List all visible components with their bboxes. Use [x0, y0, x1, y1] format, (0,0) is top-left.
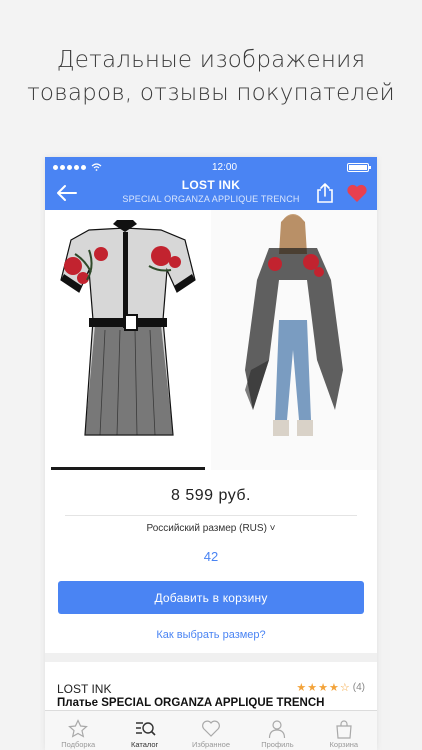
promo-line-1: Детальные изображения: [56, 47, 366, 73]
product-image-model[interactable]: [211, 210, 377, 470]
bag-icon: [336, 720, 352, 739]
profile-icon: [269, 720, 286, 739]
wifi-icon: [91, 163, 102, 171]
size-system-selector[interactable]: Российский размер (RUS) ˅: [45, 523, 377, 534]
tab-label: Корзина: [329, 740, 359, 749]
star-empty-icon: ☆: [339, 682, 350, 694]
product-name: Платье SPECIAL ORGANZA APPLIQUE TRENCH: [57, 697, 325, 709]
tab-cart[interactable]: Корзина: [311, 711, 377, 750]
tab-profile[interactable]: Профиль: [244, 711, 310, 750]
star-icon: ★: [318, 682, 329, 694]
catalog-search-icon: [135, 722, 156, 736]
tab-label: Подборка: [61, 740, 96, 749]
rating-count: (4): [352, 682, 365, 693]
size-guide-link[interactable]: Как выбрать размер?: [45, 629, 377, 641]
star-icon: [68, 719, 89, 738]
dress-flat-illustration: [60, 220, 196, 436]
product-gallery[interactable]: [45, 210, 377, 470]
add-to-cart-button[interactable]: Добавить в корзину: [58, 581, 364, 614]
phone-screen: 12:00 LOST INK SPECIAL ORGANZA APPLIQUE …: [45, 157, 377, 750]
share-icon[interactable]: [315, 182, 335, 204]
product-image-flat[interactable]: [45, 210, 211, 470]
divider: [65, 515, 357, 516]
tab-bar: Подборка Каталог Избранное Профиль Корзи…: [45, 710, 377, 750]
promo-caption: Детальные изображения товаров, отзывы по…: [0, 44, 422, 110]
promo-line-2: товаров, отзывы покупателей: [27, 80, 395, 106]
star-icon: ★: [307, 682, 318, 694]
model-photo-illustration: [245, 214, 343, 436]
product-price: 8 599 руб.: [171, 487, 251, 504]
status-time: 12:00: [211, 161, 238, 173]
battery-icon: [347, 162, 371, 172]
heart-icon: [202, 720, 221, 737]
tab-label: Каталог: [130, 740, 159, 749]
product-rating[interactable]: ★ ★ ★ ★ ☆ (4): [296, 681, 365, 694]
section-separator: [45, 653, 377, 662]
star-icon: ★: [296, 682, 307, 694]
tab-favorites[interactable]: Избранное: [178, 711, 244, 750]
tab-catalog[interactable]: Каталог: [111, 711, 177, 750]
nav-bar: LOST INK SPECIAL ORGANZA APPLIQUE TRENCH: [45, 177, 377, 210]
gallery-page-indicator: [51, 467, 205, 470]
tab-podborka[interactable]: Подборка: [45, 711, 111, 750]
favorite-heart-icon[interactable]: [346, 183, 368, 203]
tab-label: Профиль: [261, 740, 294, 749]
tab-label: Избранное: [192, 740, 231, 749]
product-brand: LOST INK: [57, 682, 112, 696]
status-bar: 12:00: [45, 157, 377, 177]
signal-icon: [53, 163, 102, 171]
size-value[interactable]: 42: [45, 549, 377, 564]
star-icon: ★: [329, 682, 339, 694]
